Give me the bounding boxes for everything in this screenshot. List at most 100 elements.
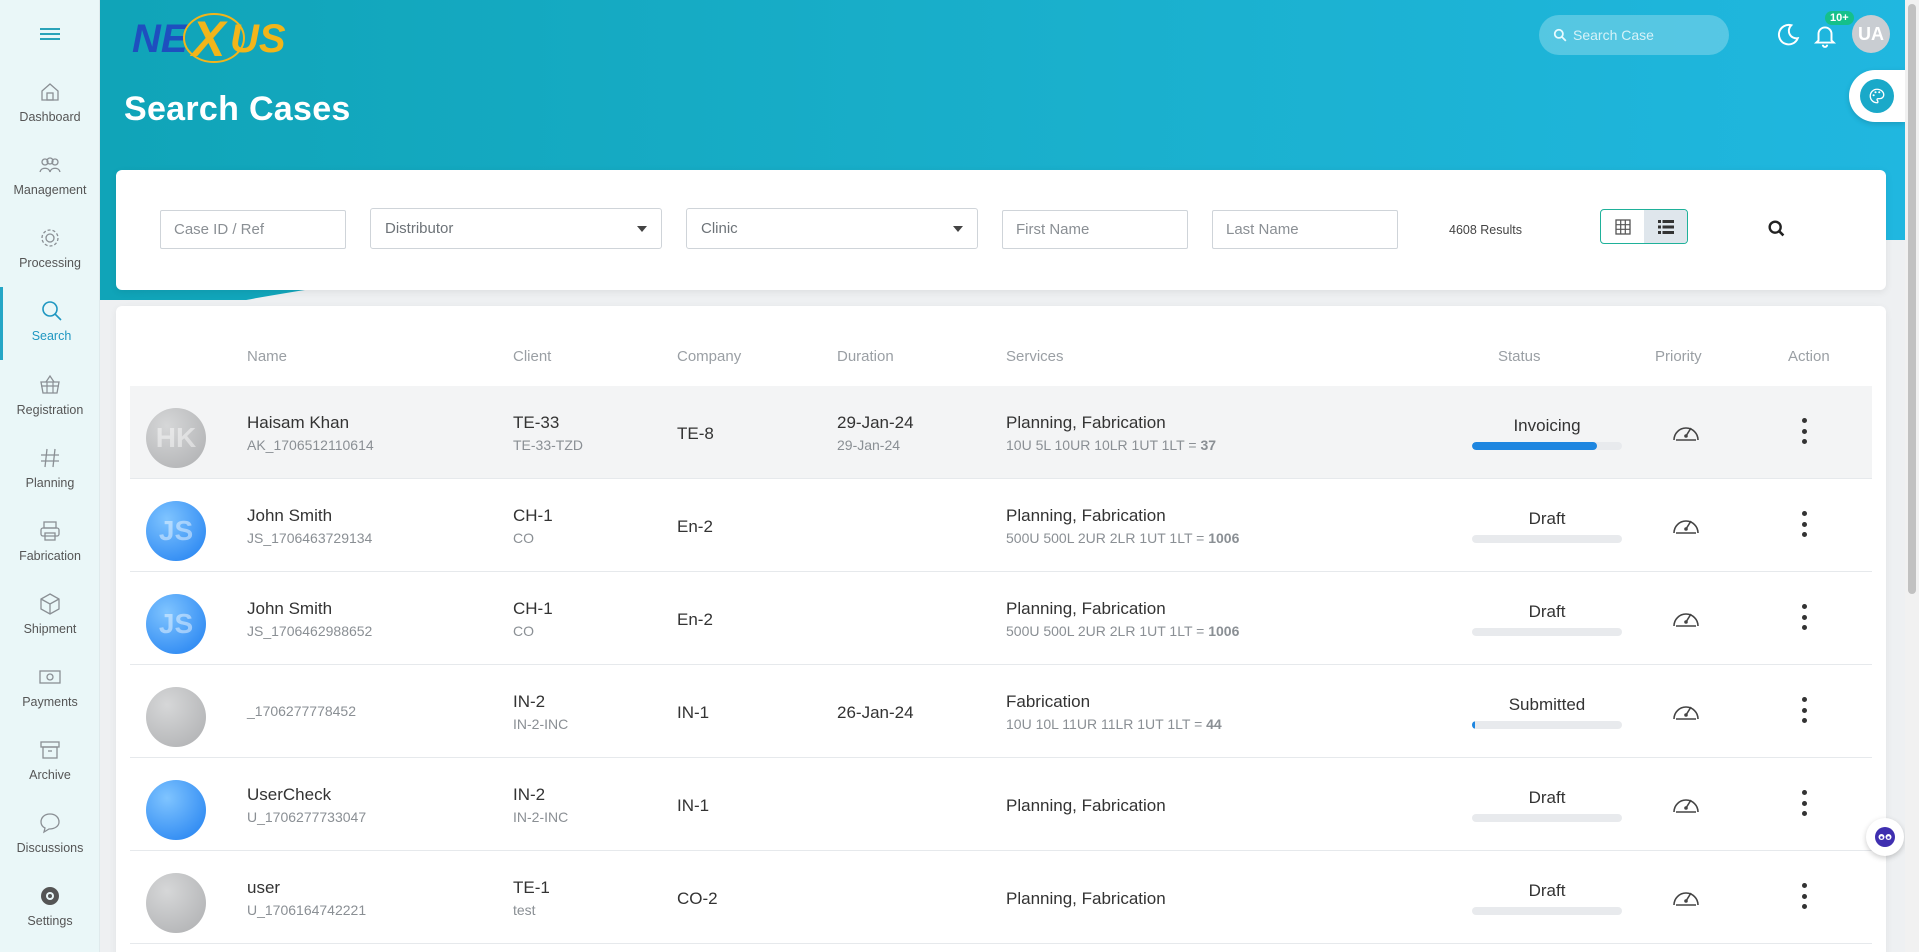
priority-gauge-icon[interactable] — [1670, 697, 1702, 725]
client-sub: TE-33-TZD — [513, 437, 583, 453]
table-row[interactable]: UserCheck U_1706277733047 IN-2 IN-2-INC IN-1… — [130, 758, 1872, 851]
sidebar-item-label: Discussions — [16, 841, 84, 855]
printer-icon — [40, 521, 60, 541]
col-header-company[interactable]: Company — [677, 348, 741, 365]
distributor-select[interactable]: Distributor — [370, 208, 662, 249]
row-actions-menu-icon[interactable] — [1800, 418, 1808, 444]
priority-gauge-icon[interactable] — [1670, 511, 1702, 539]
services: Planning, Fabrication — [1006, 413, 1166, 432]
services-detail: 500U 500L 2UR 2LR 1UT 1LT = 1006 — [1006, 530, 1240, 546]
sidebar-item-settings[interactable]: Settings — [0, 872, 100, 945]
case-name[interactable]: Haisam Khan — [247, 413, 349, 433]
col-header-duration[interactable]: Duration — [837, 348, 894, 365]
row-actions-menu-icon[interactable] — [1800, 604, 1808, 630]
header-search[interactable] — [1539, 15, 1729, 55]
list-icon — [1657, 219, 1674, 234]
sidebar-item-archive[interactable]: Archive — [0, 726, 100, 799]
duration: 29-Jan-24 — [837, 413, 914, 432]
case-id-input[interactable] — [160, 210, 346, 249]
bell-icon[interactable] — [1812, 22, 1838, 48]
theme-palette-button[interactable] — [1849, 70, 1905, 122]
col-header-services[interactable]: Services — [1006, 348, 1064, 365]
client-code: TE-1 — [513, 878, 550, 897]
nexus-logo[interactable]: NE X US — [132, 8, 302, 68]
last-name-input[interactable] — [1212, 210, 1398, 249]
palette-icon — [1860, 79, 1894, 113]
sidebar-item-discussions[interactable]: Discussions — [0, 799, 100, 872]
status-progress-bar — [1472, 907, 1622, 915]
case-ref: JS_1706462988652 — [247, 623, 373, 639]
status-progress-bar — [1472, 628, 1622, 636]
services: Planning, Fabrication — [1006, 599, 1166, 618]
client-sub: CO — [513, 530, 534, 546]
sidebar-item-label: Processing — [19, 256, 81, 270]
table-row[interactable]: _1706277778452 IN-2 IN-2-INC IN-1 26-Jan-24 F… — [130, 665, 1872, 758]
scrollbar-thumb[interactable] — [1908, 4, 1916, 594]
status-progress-fill — [1472, 442, 1597, 450]
sidebar-item-dashboard[interactable]: Dashboard — [0, 68, 100, 141]
sidebar-item-label: Archive — [29, 768, 71, 782]
case-name[interactable]: user — [247, 878, 280, 898]
grid-view-button[interactable] — [1601, 210, 1644, 243]
distributor-select-label: Distributor — [385, 220, 454, 237]
row-actions-menu-icon[interactable] — [1800, 790, 1808, 816]
table-row[interactable]: JS John Smith JS_1706462988652 CH-1 CO En-2 Pl… — [130, 572, 1872, 665]
first-name-input[interactable] — [1002, 210, 1188, 249]
chatbot-button[interactable] — [1866, 818, 1904, 856]
col-header-priority[interactable]: Priority — [1655, 348, 1702, 365]
users-icon — [39, 157, 61, 173]
status-label: Draft — [1528, 602, 1566, 621]
table-row[interactable]: HK Haisam Khan AK_1706512110614 TE-33 TE-33-… — [130, 386, 1872, 479]
filter-card: Distributor Clinic 4608 Results — [116, 170, 1886, 290]
sidebar-item-shipment[interactable]: Shipment — [0, 580, 100, 653]
search-icon[interactable] — [1766, 218, 1788, 240]
case-name[interactable]: John Smith — [247, 506, 332, 526]
sidebar-item-registration[interactable]: Registration — [0, 361, 100, 434]
sidebar-item-processing[interactable]: Processing — [0, 214, 100, 287]
services: Fabrication — [1006, 692, 1091, 711]
sidebar-item-fabrication[interactable]: Fabrication — [0, 507, 100, 580]
gear-icon — [41, 229, 59, 247]
sidebar-item-label: Management — [13, 183, 87, 197]
svg-text:NE: NE — [132, 17, 189, 61]
company: IN-1 — [677, 703, 710, 722]
case-name[interactable]: UserCheck — [247, 785, 331, 805]
menu-toggle-icon[interactable] — [38, 25, 62, 45]
row-actions-menu-icon[interactable] — [1800, 697, 1808, 723]
sidebar-item-management[interactable]: Management — [0, 141, 100, 214]
priority-gauge-icon[interactable] — [1670, 883, 1702, 911]
home-icon — [41, 83, 59, 101]
user-avatar[interactable]: UA — [1852, 15, 1890, 53]
col-header-status[interactable]: Status — [1498, 348, 1541, 365]
moon-icon[interactable] — [1775, 22, 1801, 48]
view-toggle[interactable] — [1600, 209, 1688, 244]
priority-gauge-icon[interactable] — [1670, 790, 1702, 818]
list-view-button[interactable] — [1644, 210, 1687, 243]
box-icon — [40, 593, 60, 615]
services: Planning, Fabrication — [1006, 889, 1166, 908]
priority-gauge-icon[interactable] — [1670, 604, 1702, 632]
sidebar-item-planning[interactable]: Planning — [0, 434, 100, 507]
table-row[interactable]: JS John Smith JS_1706463729134 CH-1 CO En-2 Pl… — [130, 479, 1872, 572]
table-row[interactable]: user U_1706164742221 TE-1 test CO-2 Planning,… — [130, 851, 1872, 944]
status-label: Invoicing — [1513, 416, 1581, 435]
results-count: 4608 Results — [1449, 223, 1522, 237]
case-name[interactable]: John Smith — [247, 599, 332, 619]
header-search-input[interactable] — [1573, 27, 1713, 43]
row-actions-menu-icon[interactable] — [1800, 511, 1808, 537]
avatar — [146, 780, 206, 840]
sidebar-item-payments[interactable]: Payments — [0, 653, 100, 726]
sidebar-item-search[interactable]: Search — [0, 287, 100, 360]
priority-gauge-icon[interactable] — [1670, 418, 1702, 446]
row-actions-menu-icon[interactable] — [1800, 883, 1808, 909]
clinic-select[interactable]: Clinic — [686, 208, 978, 249]
sidebar-item-label: Payments — [22, 695, 78, 709]
services: Planning, Fabrication — [1006, 506, 1166, 525]
sidebar-item-label: Shipment — [23, 622, 77, 636]
col-header-client[interactable]: Client — [513, 348, 551, 365]
cases-table: Name Client Company Duration Services St… — [116, 306, 1886, 952]
page-scrollbar[interactable] — [1905, 0, 1919, 952]
col-header-name[interactable]: Name — [247, 348, 287, 365]
col-header-action[interactable]: Action — [1788, 348, 1830, 365]
page-title: Search Cases — [124, 90, 351, 128]
